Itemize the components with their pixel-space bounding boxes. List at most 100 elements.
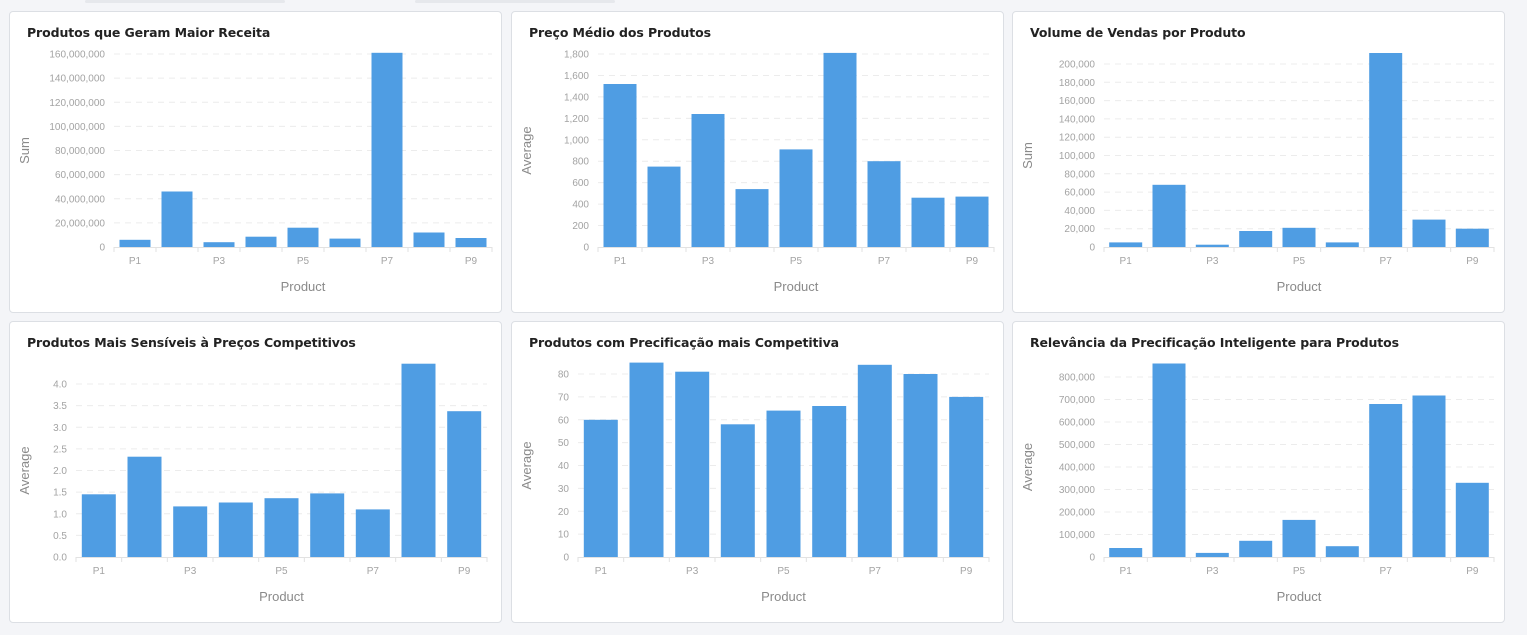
bar-p1 (119, 239, 151, 247)
x-tick-label: P7 (381, 256, 394, 267)
bar-p3 (173, 506, 208, 557)
y-tick-label: 0 (563, 553, 569, 564)
bar-p8 (1412, 395, 1446, 557)
y-tick-label: 800 (572, 157, 589, 168)
bar-p6 (812, 406, 847, 557)
bar-p4 (1239, 231, 1273, 247)
x-tick-label: P5 (297, 256, 310, 267)
y-tick-label: 400 (572, 200, 589, 211)
y-tick-label: 30 (558, 484, 570, 495)
bar-p3 (203, 242, 235, 247)
bar-chart-avg-price: 0 200 400 600 800 1,000 1,200 1,400 1,600 1,800 P1… (519, 50, 995, 294)
y-tick-label: 20,000 (1064, 224, 1095, 235)
x-axis-title: Product (761, 589, 806, 604)
x-axis-title: Product (281, 279, 326, 294)
y-axis-title: Average (519, 126, 534, 174)
y-tick-label: 1.5 (53, 488, 67, 499)
x-tick-label: P5 (777, 566, 790, 577)
y-axis-title: Average (519, 441, 534, 489)
bar-p8 (413, 232, 445, 247)
x-tick-label: P7 (1380, 566, 1393, 577)
bar-p2 (127, 456, 162, 557)
y-tick-label: 1.0 (53, 509, 67, 520)
x-axis-title: Product (1277, 589, 1322, 604)
bar-p5 (287, 227, 319, 247)
bar-p4 (245, 236, 277, 247)
y-tick-label: 1,800 (564, 50, 589, 61)
bar-p3 (1195, 244, 1229, 247)
y-tick-label: 40,000 (1064, 206, 1095, 217)
x-tick-label: P5 (275, 566, 288, 577)
y-tick-label: 120,000,000 (49, 98, 105, 109)
bar-p4 (1239, 540, 1273, 557)
x-tick-label: P3 (702, 256, 715, 267)
bar-p9 (1455, 482, 1489, 558)
x-tick-label: P9 (1466, 566, 1479, 577)
top-scroll-strip-left (85, 0, 285, 3)
y-tick-label: 3.0 (53, 423, 67, 434)
y-tick-label: 40 (558, 461, 570, 472)
y-tick-label: 80,000,000 (55, 146, 105, 157)
bar-chart-smart-pricing-relevance: 0 100,000 200,000 300,000 400,000 500,000 600,… (1020, 363, 1495, 604)
bar-p2 (1152, 363, 1186, 557)
chart-card-competitive-pricing: Produtos com Precificação mais Competiti… (511, 321, 1004, 623)
y-tick-label: 600 (572, 178, 589, 189)
x-tick-label: P1 (595, 566, 608, 577)
x-tick-label: P1 (1120, 566, 1133, 577)
bar-p7 (355, 509, 390, 557)
y-tick-label: 70 (558, 392, 570, 403)
bar-p7 (857, 364, 892, 557)
y-tick-label: 100,000,000 (49, 122, 105, 133)
bar-p3 (691, 114, 725, 247)
y-tick-label: 40,000,000 (55, 194, 105, 205)
y-tick-label: 800,000 (1059, 373, 1096, 384)
bar-p8 (903, 374, 938, 557)
y-tick-label: 200,000 (1059, 508, 1096, 519)
bar-p9 (447, 411, 482, 557)
bar-p9 (1455, 228, 1489, 247)
y-tick-label: 80,000 (1064, 169, 1095, 180)
y-tick-label: 60,000 (1064, 188, 1095, 199)
y-tick-label: 0 (1089, 553, 1095, 564)
y-tick-label: 2.0 (53, 466, 67, 477)
y-tick-label: 180,000 (1059, 78, 1096, 89)
y-tick-label: 60,000,000 (55, 170, 105, 181)
bar-p5 (766, 410, 801, 557)
bar-chart-sales-volume: 0 20,000 40,000 60,000 80,000 100,000 120,000 1… (1020, 53, 1495, 294)
chart-card-avg-price: Preço Médio dos Produtos 0 200 400 600 800 1,… (511, 11, 1004, 313)
bar-p1 (1109, 242, 1143, 247)
y-tick-label: 200,000 (1059, 60, 1096, 71)
bar-p5 (1282, 227, 1316, 247)
x-tick-label: P3 (1206, 566, 1219, 577)
bar-chart-price-sensitivity: 0.0 0.5 1.0 1.5 2.0 2.5 3.0 3.5 4.0 P1 P3 P5 P7 P9 Pro… (17, 363, 488, 604)
x-tick-label: P3 (213, 256, 226, 267)
x-axis-title: Product (259, 589, 304, 604)
y-tick-label: 50 (558, 438, 570, 449)
y-axis-title: Sum (17, 137, 32, 164)
bar-p8 (911, 197, 945, 247)
y-tick-label: 700,000 (1059, 395, 1096, 406)
bar-p1 (583, 419, 618, 558)
chart-card-price-sensitivity: Produtos Mais Sensíveis à Preços Competi… (9, 321, 502, 623)
x-tick-label: P7 (869, 566, 882, 577)
bar-p6 (1325, 546, 1359, 557)
y-tick-label: 500,000 (1059, 440, 1096, 451)
y-tick-label: 0.5 (53, 531, 67, 542)
y-tick-label: 1,200 (564, 114, 589, 125)
x-tick-label: P7 (367, 566, 380, 577)
bar-p4 (720, 424, 755, 557)
x-tick-label: P1 (614, 256, 627, 267)
bar-p8 (401, 363, 436, 557)
y-tick-label: 160,000 (1059, 96, 1096, 107)
y-tick-label: 300,000 (1059, 485, 1096, 496)
y-tick-label: 100,000 (1059, 530, 1096, 541)
bar-p1 (81, 494, 116, 557)
y-axis-title: Average (1020, 443, 1035, 491)
x-axis-title: Product (774, 279, 819, 294)
bar-p6 (823, 52, 857, 248)
bar-p7 (1369, 53, 1403, 247)
x-tick-label: P9 (966, 256, 979, 267)
x-tick-label: P1 (93, 566, 106, 577)
bar-p6 (1325, 242, 1359, 247)
y-tick-label: 10 (558, 530, 570, 541)
